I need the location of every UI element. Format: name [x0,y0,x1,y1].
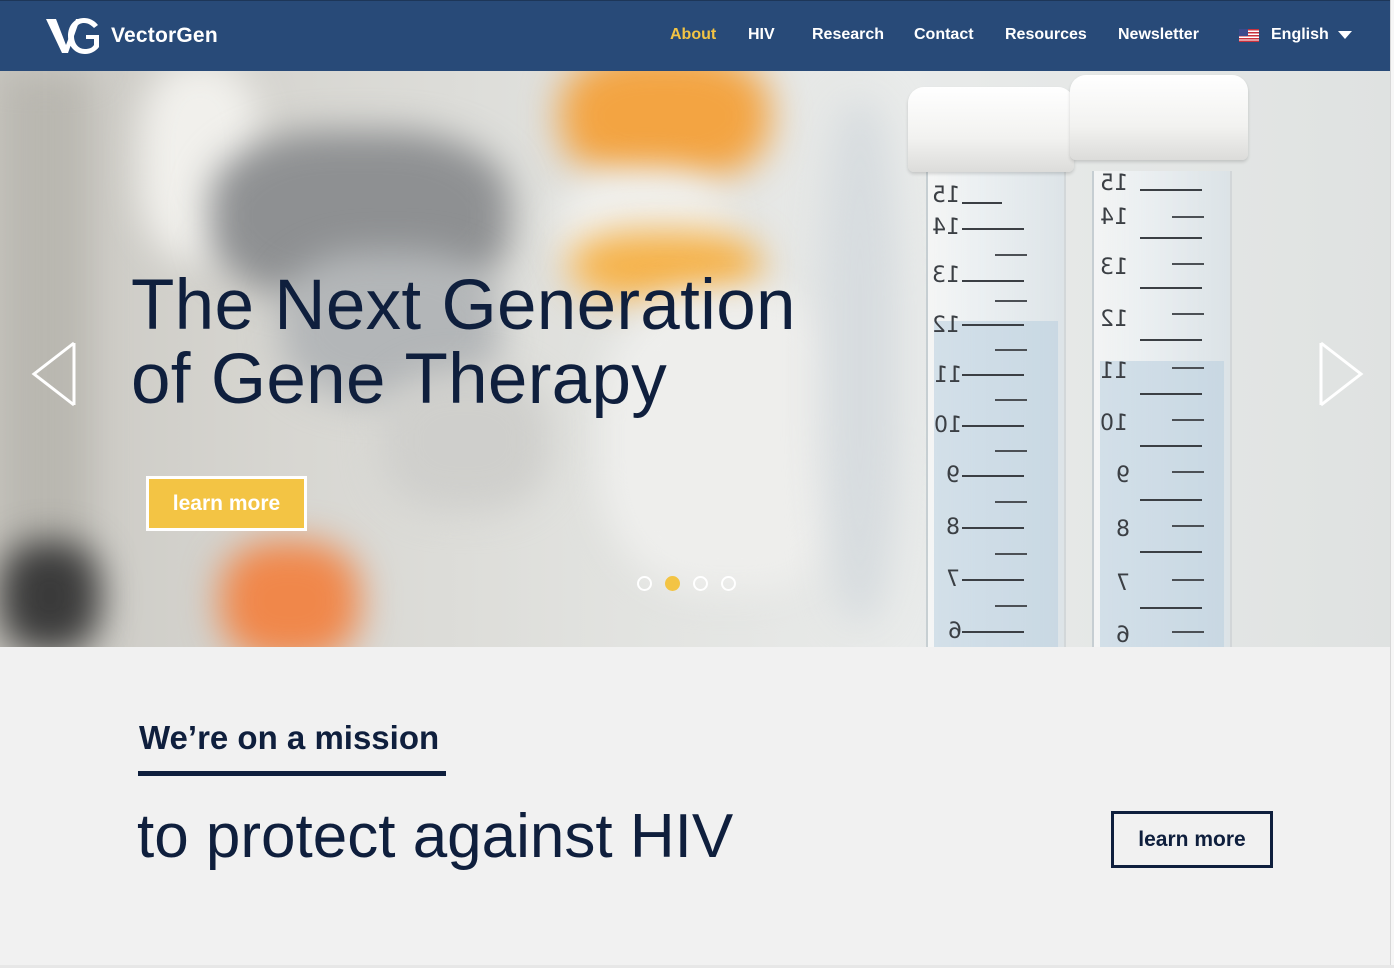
language-selector[interactable]: English [1239,26,1352,44]
tube-grad-left-8: 8 [946,515,960,540]
tube-grad-right-12: 12 [1100,307,1128,332]
hero-title: The Next Generation of Gene Therapy [131,269,891,417]
nav-about[interactable]: About [670,26,716,44]
brand-logo[interactable]: VectorGen [44,15,218,57]
mission-heading-underline [138,771,446,776]
tube-grad-right-8: 8 [1116,517,1130,542]
carousel-dot-4[interactable] [721,576,736,591]
tube-grad-left-11: 11 [934,363,962,388]
tube-grad-left-6: 6 [948,619,962,644]
window-right-edge [1390,0,1394,968]
tube-grad-right-15: 15 [1100,171,1128,196]
chevron-left-icon[interactable] [30,339,80,409]
mission-section: We’re on a mission to protect against HI… [0,647,1390,965]
tube-grad-right-7: 7 [1116,571,1130,596]
tube-grad-left-12: 12 [932,313,960,338]
brand-name: VectorGen [111,24,218,47]
nav-resources[interactable]: Resources [1005,26,1087,44]
tube-grad-left-7: 7 [946,567,960,592]
hero-carousel: 15 14 13 12 11 10 9 8 7 6 15 14 13 12 11… [0,71,1390,647]
nav-contact[interactable]: Contact [914,26,974,44]
tube-grad-right-14: 14 [1100,205,1128,230]
nav-newsletter[interactable]: Newsletter [1118,26,1199,44]
language-label: English [1271,26,1329,43]
tube-grad-right-9: 9 [1116,463,1130,488]
caret-down-icon [1337,31,1352,39]
nav-hiv[interactable]: HIV [748,26,775,44]
hero-learn-more-button[interactable]: learn more [146,476,307,531]
tube-grad-right-11: 11 [1100,359,1128,384]
tube-grad-left-10: 10 [934,413,962,438]
tube-grad-right-6: 6 [1116,623,1130,647]
tube-grad-left-15: 15 [932,183,960,208]
hero-title-line-2: of Gene Therapy [131,340,668,419]
carousel-dot-1[interactable] [637,576,652,591]
carousel-dot-2[interactable] [665,576,680,591]
mission-learn-more-button[interactable]: learn more [1111,811,1273,868]
carousel-dot-3[interactable] [693,576,708,591]
tube-grad-right-13: 13 [1100,255,1128,280]
carousel-indicators [637,576,736,591]
hero-title-line-1: The Next Generation [131,266,796,345]
tube-grad-left-14: 14 [932,215,960,240]
chevron-right-icon[interactable] [1315,339,1365,409]
tube-grad-right-10: 10 [1100,411,1128,436]
vg-logo-icon [46,18,99,54]
nav-research[interactable]: Research [812,26,884,44]
us-flag-icon [1239,28,1259,42]
mission-subheading: to protect against HIV [137,802,734,871]
tube-grad-left-13: 13 [932,263,960,288]
tube-grad-left-9: 9 [946,463,960,488]
mission-heading: We’re on a mission [139,719,440,756]
top-navbar: VectorGen About HIV Research Contact Res… [0,0,1390,71]
